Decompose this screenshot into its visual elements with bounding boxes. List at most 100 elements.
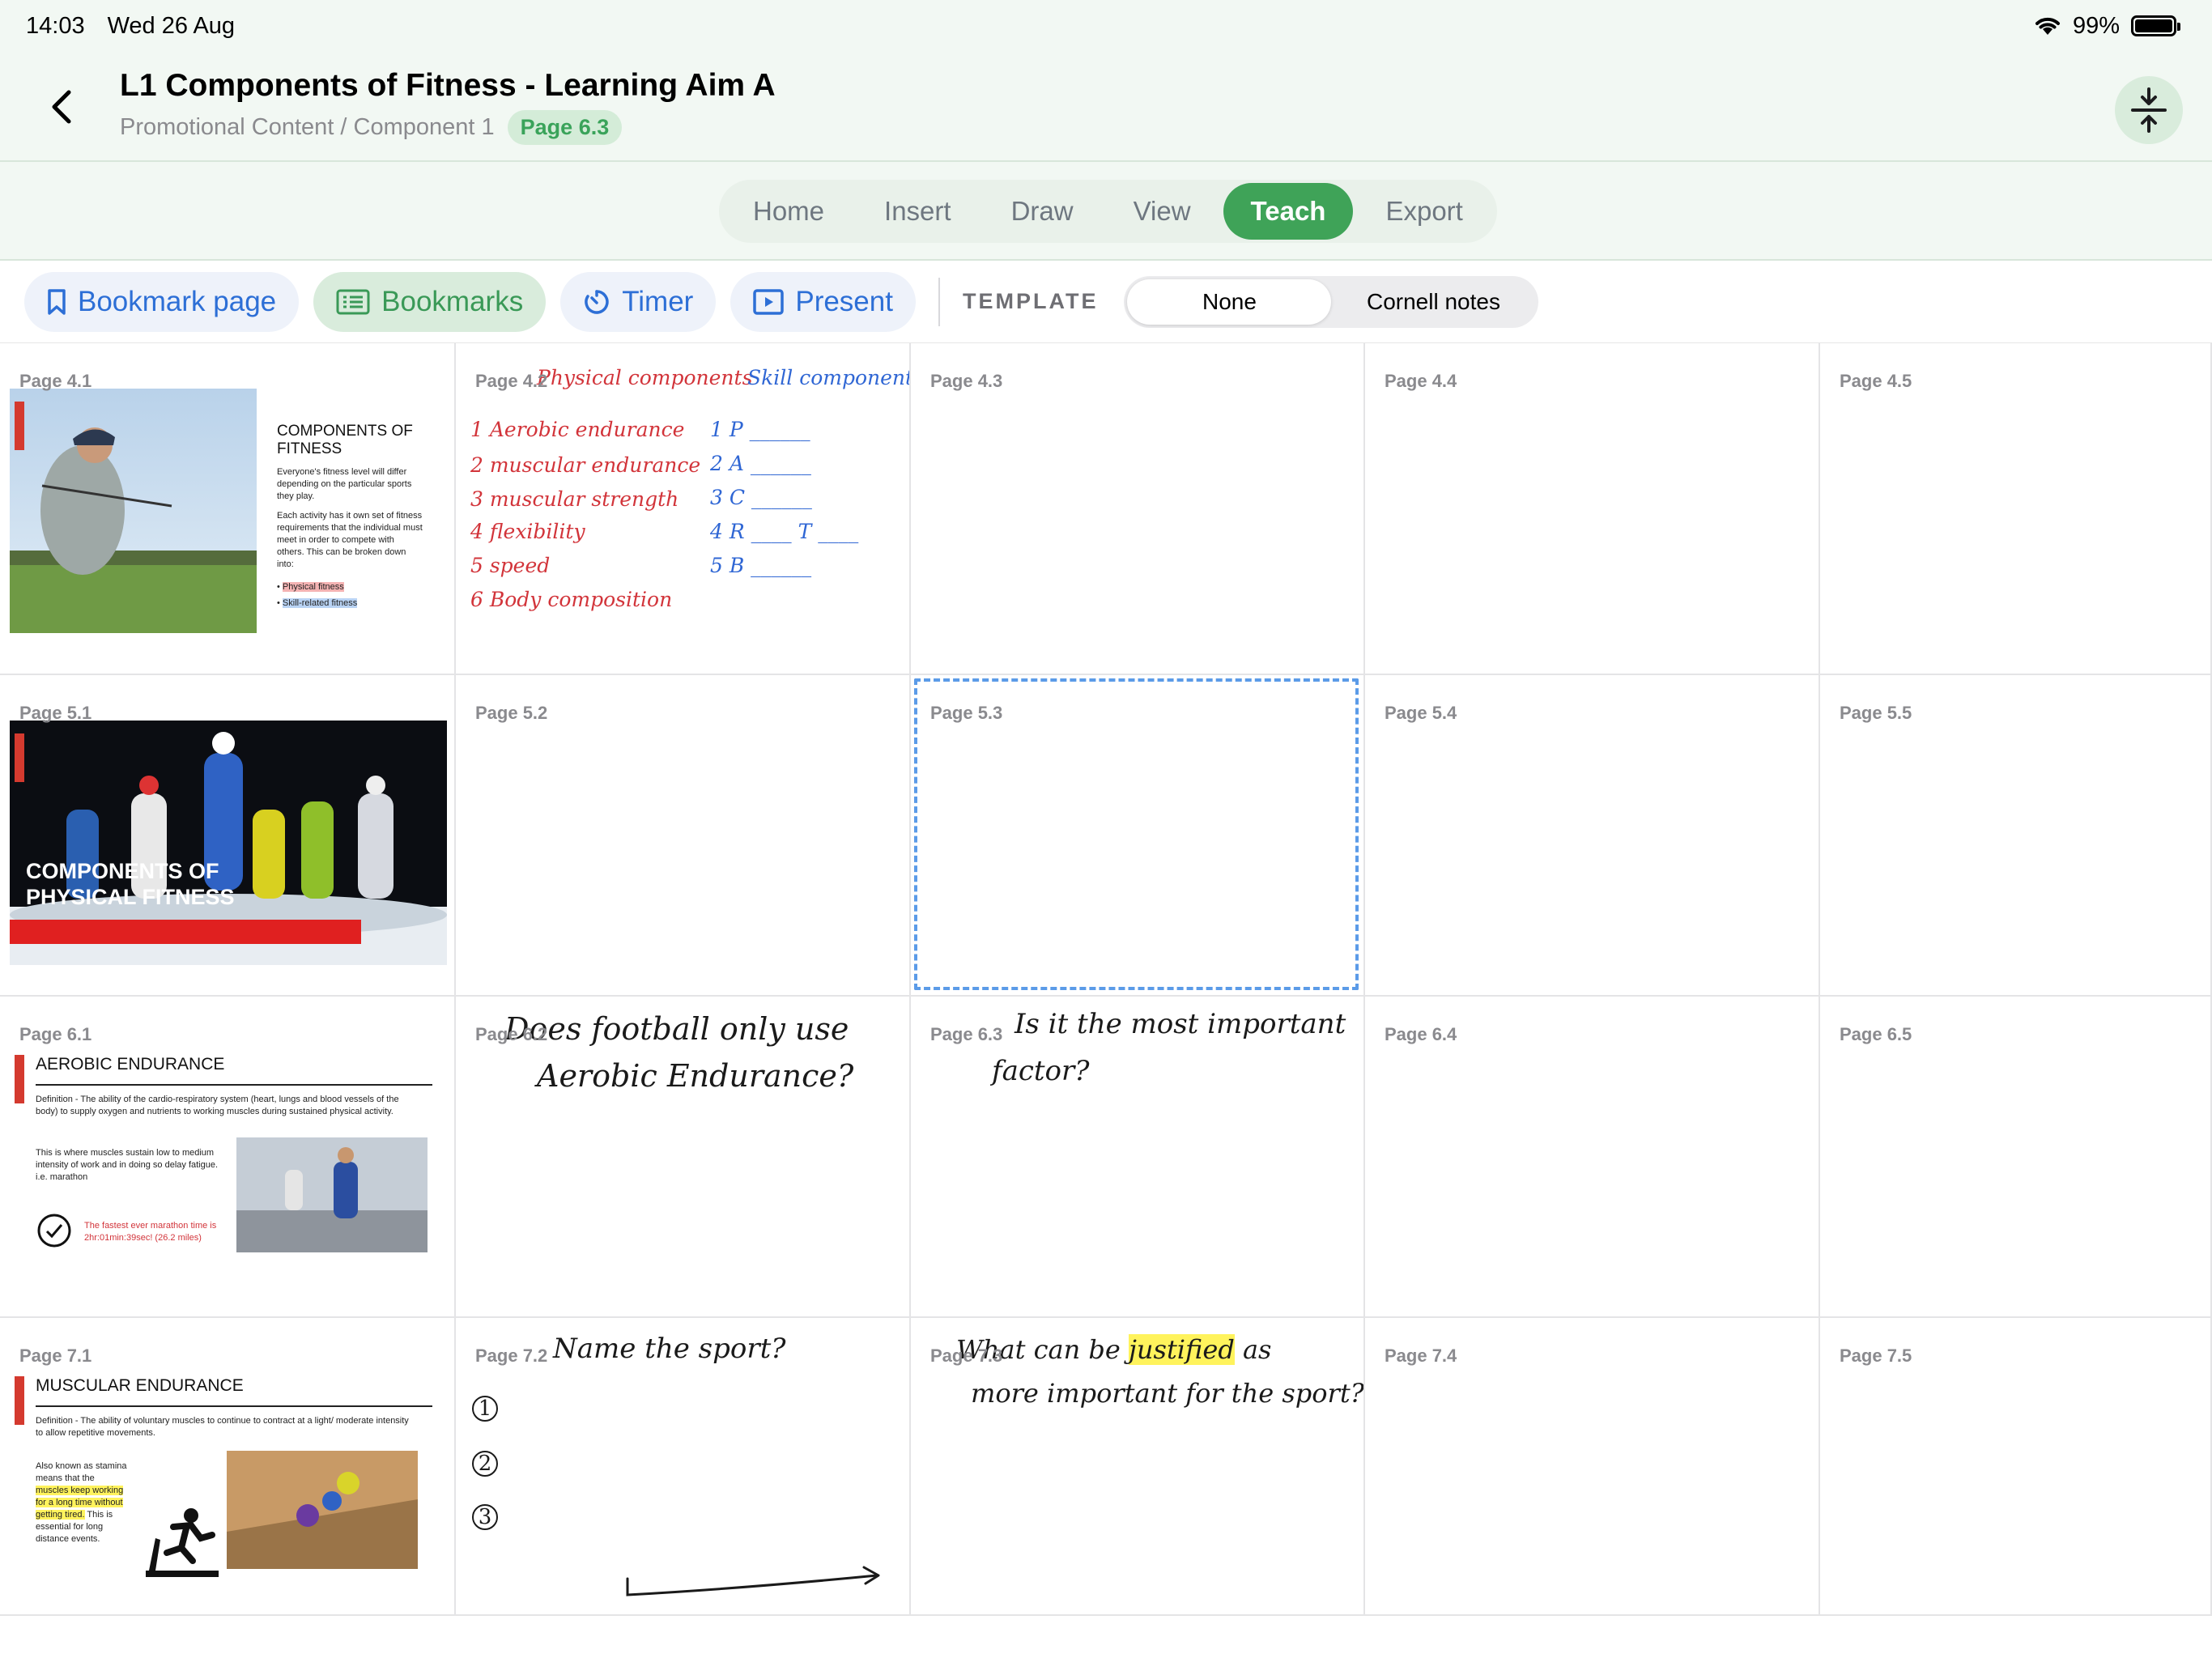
tab-insert[interactable]: Insert [857, 183, 979, 240]
slide-rule [36, 1405, 432, 1407]
page-label: Page 6.4 [1385, 1024, 1457, 1044]
template-option-none[interactable]: None [1127, 278, 1332, 325]
slide-definition: Definition - The ability of voluntary mu… [36, 1416, 409, 1438]
page-thumbnail-4-5[interactable]: Page 4.5 [1820, 343, 2212, 675]
slide-body: This is where muscles sustain low to med… [36, 1148, 219, 1182]
tab-home[interactable]: Home [725, 183, 852, 240]
slide-tab-marker [15, 1055, 24, 1103]
timer-label: Timer [622, 285, 694, 317]
page-thumbnail-4-1[interactable]: Page 4.1 COMPONENTS OF FITNESS Everyone'… [0, 343, 456, 675]
bookmark-page-button[interactable]: Bookmark page [24, 271, 300, 332]
page-thumbnail-5-3[interactable]: Page 5.3 [911, 675, 1365, 997]
timer-icon [585, 289, 609, 314]
handwritten-heading-skill: Skill components [747, 366, 911, 389]
page-label: Page 4.1 [19, 371, 92, 391]
page-thumbnail-4-4[interactable]: Page 4.4 [1365, 343, 1820, 675]
page-thumbnail-6-3[interactable]: Page 6.3 Is it the most important factor… [911, 997, 1365, 1318]
slide-bullet-2: • Skill-related fitness [277, 598, 358, 608]
page-label: Page 4.4 [1385, 371, 1457, 391]
handwritten-line: 5 speed [470, 554, 551, 577]
page-label: Page 4.2 [475, 371, 548, 391]
timer-button[interactable]: Timer [560, 271, 717, 332]
present-label: Present [795, 285, 893, 317]
page-label: Page 6.2 [475, 1024, 548, 1044]
list-icon [336, 289, 370, 314]
page-thumbnail-6-1[interactable]: Page 6.1 AEROBIC ENDURANCE Definition - … [0, 997, 456, 1318]
page-thumbnail-5-4[interactable]: Page 5.4 [1365, 675, 1820, 997]
page-thumbnail-7-5[interactable]: Page 7.5 [1820, 1318, 2212, 1616]
page-thumbnail-6-4[interactable]: Page 6.4 [1365, 997, 1820, 1318]
handwritten-line: 2 A ______ [710, 452, 811, 475]
handwritten-heading-physical: Physical components [537, 366, 753, 389]
page-thumbnail-5-1[interactable]: Page 5.1 COMPONENTS OF PHYSICAL FITNESS [0, 675, 456, 997]
page-thumbnail-7-3[interactable]: Page 7.3 What can be justified as more i… [911, 1318, 1365, 1616]
document-title: L1 Components of Fitness - Learning Aim … [120, 68, 776, 103]
page-label: Page 4.5 [1840, 371, 1912, 391]
page-label: Page 5.5 [1840, 703, 1912, 723]
golfer-photo [10, 389, 257, 633]
slide-title: COMPONENTS OF PHYSICAL FITNESS [26, 859, 235, 909]
tab-view[interactable]: View [1106, 183, 1219, 240]
page-label: Page 5.1 [19, 703, 92, 723]
page-label: Page 5.2 [475, 703, 548, 723]
bookmarks-button[interactable]: Bookmarks [313, 271, 547, 332]
document-header: L1 Components of Fitness - Learning Aim … [0, 52, 2212, 162]
page-thumbnail-7-1[interactable]: Page 7.1 MUSCULAR ENDURANCE Definition -… [0, 1318, 456, 1616]
handwritten-line: What can be justified as [956, 1334, 1272, 1365]
page-thumbnail-4-3[interactable]: Page 4.3 [911, 343, 1365, 675]
collapse-button[interactable] [2115, 76, 2183, 144]
breadcrumb[interactable]: Promotional Content / Component 1 [120, 114, 495, 141]
slide-thumbnail: COMPONENTS OF FITNESS Everyone's fitness… [10, 389, 447, 638]
page-thumbnail-7-2[interactable]: Page 7.2 Name the sport? 1 2 3 [456, 1318, 911, 1616]
page-label: Page 5.3 [930, 703, 1003, 723]
wifi-icon [2035, 17, 2060, 35]
slide-title: AEROBIC ENDURANCE [36, 1055, 225, 1073]
tab-draw[interactable]: Draw [984, 183, 1101, 240]
handwritten-line: Aerobic Endurance? [537, 1058, 854, 1094]
handwritten-line: Does football only use [504, 1011, 849, 1047]
page-thumbnail-6-2[interactable]: Page 6.2 Does football only use Aerobic … [456, 997, 911, 1318]
toolbar-divider [938, 277, 940, 326]
template-option-cornell-notes[interactable]: Cornell notes [1331, 279, 1535, 325]
back-button[interactable] [42, 81, 81, 133]
status-time: 14:03 [26, 12, 85, 39]
page-label: Page 7.5 [1840, 1346, 1912, 1366]
slide-tab-marker [15, 402, 24, 450]
page-thumbnail-7-4[interactable]: Page 7.4 [1365, 1318, 1820, 1616]
page-label: Page 4.3 [930, 371, 1003, 391]
status-bar: 14:03 Wed 26 Aug 99% [0, 0, 2212, 52]
slide-fact: The fastest ever marathon time is 2hr:01… [84, 1221, 217, 1243]
handwritten-number-circle: 1 [472, 1396, 498, 1422]
tab-bar-container: Home Insert Draw View Teach Export [0, 162, 2212, 261]
page-label: Page 7.2 [475, 1346, 548, 1366]
page-thumbnail-5-2[interactable]: Page 5.2 [456, 675, 911, 997]
status-date: Wed 26 Aug [107, 12, 236, 39]
slide-thumbnail: COMPONENTS OF PHYSICAL FITNESS [10, 721, 447, 965]
slide-red-bar [10, 920, 361, 944]
page-label: Page 7.3 [930, 1346, 1003, 1366]
battery-icon [2131, 15, 2180, 36]
present-icon [753, 288, 785, 315]
page-thumbnail-5-5[interactable]: Page 5.5 [1820, 675, 2212, 997]
page-label: Page 7.1 [19, 1346, 92, 1366]
handwritten-line: 4 flexibility [470, 520, 585, 543]
page-thumbnail-6-5[interactable]: Page 6.5 [1820, 997, 2212, 1318]
page-label: Page 6.1 [19, 1024, 92, 1044]
battery-percent: 99% [2072, 12, 2120, 39]
handwritten-line: 1 P ______ [710, 418, 810, 441]
tab-export[interactable]: Export [1358, 183, 1490, 240]
handwritten-number-circle: 3 [472, 1504, 498, 1530]
slide-title: MUSCULAR ENDURANCE [36, 1376, 244, 1395]
slide-body-2: Each activity has it own set of fitness … [277, 511, 423, 569]
treadmill-runner-icon [146, 1508, 219, 1577]
handwritten-line: 3 muscular strength [470, 487, 679, 511]
slide-title: COMPONENTS OF FITNESS [277, 423, 413, 457]
slide-tab-marker [15, 1376, 24, 1425]
runner-photo [236, 1137, 428, 1252]
template-label: TEMPLATE [962, 289, 1099, 313]
page-thumbnail-4-2[interactable]: Page 4.2 Physical components Skill compo… [456, 343, 911, 675]
current-page-badge: Page 6.3 [507, 110, 623, 145]
bookmark-icon [48, 288, 66, 315]
present-button[interactable]: Present [730, 271, 916, 332]
tab-teach[interactable]: Teach [1223, 183, 1354, 240]
